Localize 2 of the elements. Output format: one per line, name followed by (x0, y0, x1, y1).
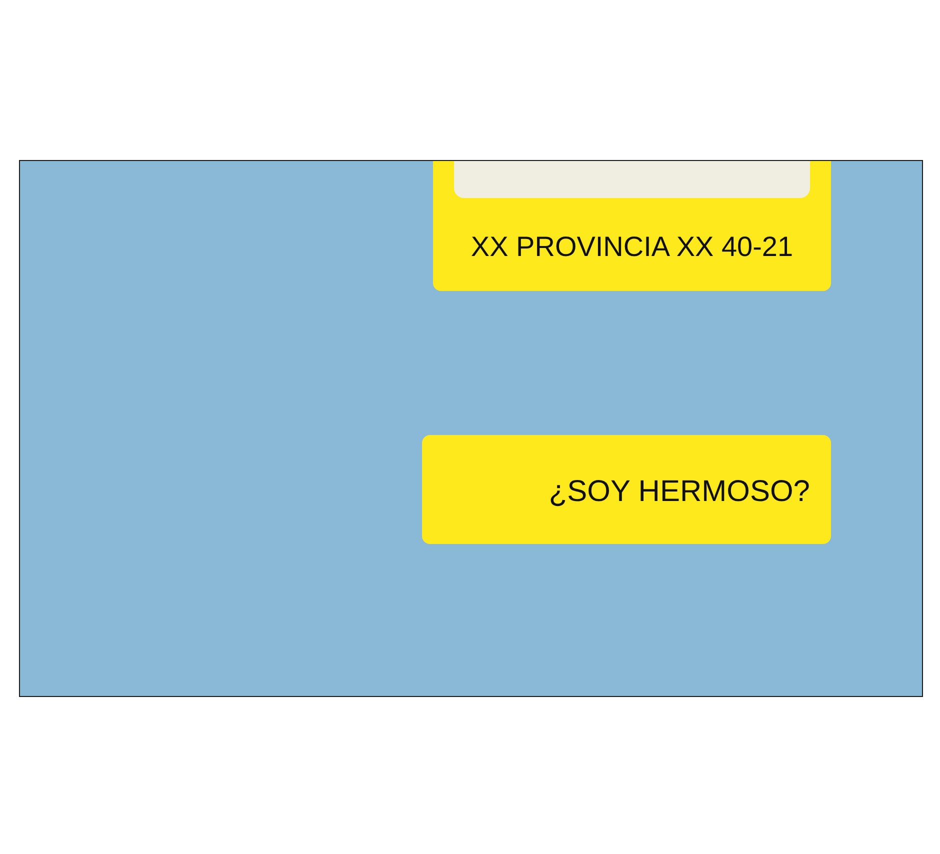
message-text: ¿SOY HERMOSO? (548, 474, 810, 510)
message-text: XX PROVINCIA XX 40-21 (470, 231, 794, 263)
